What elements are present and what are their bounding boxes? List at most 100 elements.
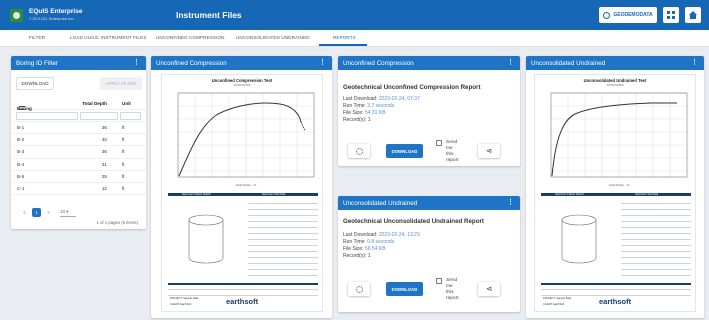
panel-title: Unconfined Compression xyxy=(156,59,227,67)
results-label: Specimen Test Data xyxy=(262,193,286,196)
share-button[interactable]: ⊲ xyxy=(478,282,500,296)
doc-subtitle: ASTM D2850 xyxy=(606,83,624,87)
panel-title: Unconsolidated Undrained xyxy=(531,59,606,67)
send-report-checkbox[interactable] xyxy=(436,140,442,146)
record-count: Record(s): 1 xyxy=(343,117,371,123)
x-axis-label: Axial Strain - % xyxy=(609,183,630,187)
send-report-label: Send me this report xyxy=(446,140,459,163)
uu-report-document[interactable]: Unconsolidated Undrained Test ASTM D2850… xyxy=(534,74,696,312)
more-vert-icon[interactable]: ⋮ xyxy=(691,58,698,66)
gear-icon xyxy=(355,285,363,293)
share-icon: ⊲ xyxy=(486,148,492,155)
project-label: PROJECT: Sample Data xyxy=(543,297,572,300)
header-actions: GEODEMODATA xyxy=(599,7,701,23)
share-icon: ⊲ xyxy=(486,286,492,293)
download-report-button[interactable]: DOWNLOAD xyxy=(386,282,423,296)
specimen-sketch xyxy=(561,214,597,264)
table-row[interactable]: B-3 36 ft xyxy=(11,146,146,159)
table-header: Boring ID Total Depth Unit xyxy=(11,96,146,116)
panel-header: Boring ID Filter ⋮ xyxy=(11,56,146,70)
column-header[interactable]: Unit xyxy=(122,101,131,106)
user-icon xyxy=(603,11,611,19)
panel-title: Unconfined Compression xyxy=(343,59,414,67)
tab-unconsolidated-undrained[interactable]: UNCONSOLIDATED UNDRAINED xyxy=(236,35,310,40)
dashboard-button[interactable] xyxy=(663,7,679,23)
more-vert-icon[interactable]: ⋮ xyxy=(507,58,514,66)
earthsoft-logo: earthsoft xyxy=(226,297,259,306)
next-page-button[interactable]: > xyxy=(44,208,53,217)
page-size-select[interactable]: 10 ▾ xyxy=(60,209,76,217)
doc-subtitle: ASTM D2166 xyxy=(233,83,251,87)
boring-id-filter-input[interactable] xyxy=(16,112,78,120)
specimen-label: Specimen Failure Sketch xyxy=(182,193,211,196)
active-tab-indicator xyxy=(319,44,367,46)
panel-title: Unconsolidated Undrained xyxy=(343,199,418,207)
table-row[interactable]: B-5 25 ft xyxy=(11,171,146,183)
grid-icon xyxy=(667,11,675,19)
prev-page-button[interactable]: < xyxy=(20,208,29,217)
column-header[interactable]: Total Depth xyxy=(82,101,107,106)
brand: EQuIS Enterprise 7.23.0.011 Enterprise I… xyxy=(29,9,82,21)
tab-unconfined-compression[interactable]: UNCONFINED COMPRESSION xyxy=(156,35,225,40)
panel-header: Unconfined Compression ⋮ xyxy=(338,56,520,70)
report-title: Geotechnical Unconsolidated Undrained Re… xyxy=(343,218,484,225)
unit-filter-input[interactable] xyxy=(120,112,141,120)
brand-version: 7.23.0.011 Enterprise Inc. xyxy=(29,15,75,21)
settings-button[interactable] xyxy=(348,144,370,158)
gear-icon xyxy=(355,147,363,155)
nav-tabs: FILTER LOAD UU/UC INSTRUMENT FILES UNCON… xyxy=(0,30,709,47)
share-button[interactable]: ⊲ xyxy=(478,144,500,158)
results-label: Specimen Test Data xyxy=(635,193,659,196)
user-button[interactable]: GEODEMODATA xyxy=(599,7,657,23)
page-1-button[interactable]: 1 xyxy=(32,208,41,217)
panel-title: Boring ID Filter xyxy=(16,59,58,67)
uu-report-preview-panel: Unconsolidated Undrained ⋮ Unconsolidate… xyxy=(526,56,704,318)
panel-header: Unconsolidated Undrained ⋮ xyxy=(526,56,704,70)
apply-filter-button[interactable]: APPLY FILTER xyxy=(100,77,142,90)
earthsoft-logo: earthsoft xyxy=(599,297,632,306)
home-button[interactable] xyxy=(685,7,701,23)
more-vert-icon[interactable]: ⋮ xyxy=(507,198,514,206)
table-row[interactable]: B-1 36 ft xyxy=(11,122,146,135)
boring-table: Boring ID Total Depth Unit B-136ft B-240… xyxy=(11,96,146,196)
stress-strain-chart: Axial Strain - % xyxy=(550,92,688,187)
home-icon xyxy=(689,11,697,19)
project-label: PROJECT: Sample Data xyxy=(170,297,199,300)
tab-filter[interactable]: FILTER xyxy=(29,35,45,40)
more-vert-icon[interactable]: ⋮ xyxy=(133,58,140,66)
app-logo xyxy=(10,8,23,22)
depth-filter-input[interactable] xyxy=(80,112,118,120)
download-report-button[interactable]: DOWNLOAD xyxy=(386,144,423,158)
pager-info: 1 of 1 pages (6 items) xyxy=(96,220,138,225)
table-row[interactable]: B-4 31 ft xyxy=(11,159,146,171)
client-label: CLIENT: EarthSoft xyxy=(543,303,565,306)
uc-report-document[interactable]: Unconfined Compression Test ASTM D2166 A… xyxy=(161,74,323,312)
filter-row xyxy=(11,110,146,122)
run-time: Run Time: 0.8 seconds xyxy=(343,239,395,245)
table-row[interactable]: C-1 12 ft xyxy=(11,183,146,196)
brand-name: EQuIS Enterprise xyxy=(29,8,83,16)
page-title: Instrument Files xyxy=(176,10,242,20)
send-report-checkbox[interactable] xyxy=(436,278,442,284)
table-row[interactable]: B-2 40 ft xyxy=(11,134,146,147)
pager: < 1 > 10 ▾ xyxy=(20,208,76,217)
uc-report-preview-panel: Unconfined Compression ⋮ Unconfined Comp… xyxy=(151,56,332,318)
more-vert-icon[interactable]: ⋮ xyxy=(319,58,326,66)
download-button[interactable]: DOWNLOAD xyxy=(16,77,54,90)
uc-summary-panel: Unconfined Compression ⋮ Geotechnical Un… xyxy=(338,56,520,166)
app-header: EQuIS Enterprise 7.23.0.011 Enterprise I… xyxy=(0,0,709,30)
client-label: CLIENT: EarthSoft xyxy=(170,303,192,306)
tab-reports[interactable]: REPORTS xyxy=(333,35,356,40)
last-download: Last Download: 2023-02-24, 07:37 xyxy=(343,96,420,102)
boring-filter-panel: Boring ID Filter ⋮ DOWNLOAD APPLY FILTER… xyxy=(11,56,146,229)
panel-header: Unconsolidated Undrained ⋮ xyxy=(338,196,520,210)
x-axis-label: Axial Strain - % xyxy=(236,183,257,187)
uu-summary-panel: Unconsolidated Undrained ⋮ Geotechnical … xyxy=(338,196,520,312)
run-time: Run Time: 3.7 seconds xyxy=(343,103,395,109)
settings-button[interactable] xyxy=(348,282,370,296)
specimen-label: Specimen Failure Sketch xyxy=(555,193,584,196)
tab-load-files[interactable]: LOAD UU/UC INSTRUMENT FILES xyxy=(70,35,146,40)
file-size: File Size: 54.31 KB xyxy=(343,110,386,116)
last-download: Last Download: 2023-02-24, 13:29 xyxy=(343,232,420,238)
file-size: File Size: 56.54 KB xyxy=(343,246,386,252)
